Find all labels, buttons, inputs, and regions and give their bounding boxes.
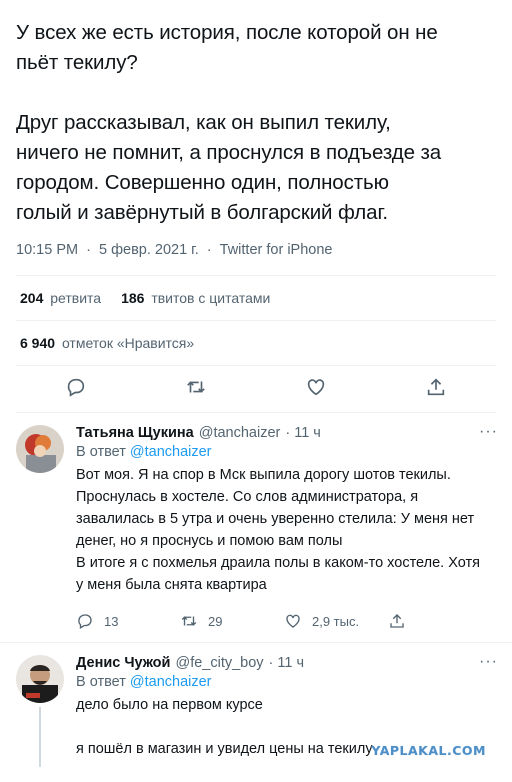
avatar[interactable] (16, 655, 64, 703)
reply-text-line: дело было на первом курсе (76, 697, 263, 713)
reply-actions: 13 29 2,9 тыс. (76, 612, 496, 642)
quotes-stat[interactable]: 186 твитов с цитатами (121, 290, 270, 306)
like-count: 2,9 тыс. (312, 613, 360, 629)
reply-text: Вот моя. Я на спор в Мск выпила дорогу ш… (76, 464, 496, 596)
author-handle[interactable]: @fe_city_boy (175, 655, 263, 671)
author-name[interactable]: Денис Чужой (76, 655, 170, 671)
tweet-text-line: Друг рассказывал, как он выпил текилу, (16, 111, 391, 134)
like-button[interactable] (305, 376, 327, 403)
reply-to-handle[interactable]: @tanchaizer (130, 674, 212, 690)
share-icon (427, 377, 445, 395)
reply-text-line: В итоге я с похмелья драила полы в каком… (76, 555, 480, 571)
reply-to: В ответ @tanchaizer (76, 674, 496, 690)
heart-icon (286, 614, 300, 628)
tweet-time[interactable]: 10:15 PM (16, 242, 78, 258)
retweets-label: ретвита (50, 290, 102, 306)
watermark: YAPLAKAL.COM (371, 743, 486, 758)
reply-button[interactable] (65, 376, 87, 403)
reply-header: Татьяна Щукина @tanchaizer · 11 ч (76, 425, 496, 441)
author-handle[interactable]: @tanchaizer (199, 425, 281, 441)
tweet-date[interactable]: 5 февр. 2021 г. (99, 242, 199, 258)
stats-row: 204 ретвита 186 твитов с цитатами (16, 276, 496, 320)
reply-to-prefix: В ответ (76, 444, 126, 460)
tweet-text-line: У всех же есть история, после которой он… (16, 21, 438, 44)
reply-text-line: завалилась в 5 утра и очень уверенно сте… (76, 511, 475, 527)
quotes-count: 186 (121, 290, 145, 306)
reply-text-line: Вот моя. Я на спор в Мск выпила дорогу ш… (76, 467, 451, 483)
share-button[interactable] (425, 376, 447, 403)
reply-tweet[interactable]: ··· Татьяна Щукина @tanchaizer · 11 ч В … (0, 413, 512, 642)
reply-header: Денис Чужой @fe_city_boy · 11 ч (76, 655, 496, 671)
tweet-meta: 10:15 PM · 5 февр. 2021 г. · Twitter for… (16, 242, 496, 258)
meta-separator: · (86, 242, 91, 258)
reply-text-line: у меня была снята квартира (76, 577, 267, 593)
tweet-actions (16, 366, 496, 412)
reply-text-line: денег, но я проснусь и помою вам полы (76, 533, 343, 549)
retweet-button[interactable]: 29 (180, 612, 284, 630)
likes-count: 6 940 (20, 335, 56, 351)
retweet-count: 29 (208, 613, 223, 629)
reply-time[interactable]: · 11 ч (269, 655, 305, 671)
retweet-button[interactable] (185, 376, 207, 403)
retweet-icon (181, 616, 197, 626)
heart-icon (307, 378, 325, 395)
reply-to-handle[interactable]: @tanchaizer (130, 444, 212, 460)
tweet-text-line: пьёт текилу? (16, 51, 138, 74)
reply-text-line: Проснулась в хостеле. Со слов администра… (76, 489, 419, 505)
reply-icon (67, 378, 85, 397)
share-icon (390, 614, 404, 628)
reply-to-prefix: В ответ (76, 674, 126, 690)
meta-separator: · (206, 242, 212, 258)
tweet-text-line: городом. Совершенно один, полностью (16, 171, 389, 194)
quotes-label: твитов с цитатами (151, 290, 271, 306)
likes-row: 6 940 отметок «Нравится» (16, 321, 496, 365)
likes-stat[interactable]: 6 940 отметок «Нравится» (20, 335, 194, 351)
reply-count: 13 (104, 613, 119, 629)
reply-button[interactable]: 13 (76, 612, 180, 630)
share-button[interactable] (388, 612, 416, 630)
likes-label: отметок «Нравится» (61, 335, 195, 351)
retweet-icon (187, 380, 205, 393)
more-icon[interactable]: ··· (479, 423, 498, 441)
retweets-count: 204 (20, 290, 44, 306)
tweet-client[interactable]: Twitter for iPhone (220, 242, 333, 258)
tweet-text-line: голый и завёрнутый в болгарский флаг. (16, 201, 388, 224)
tweet-text-line: ничего не помнит, а проснулся в подъезде… (16, 141, 442, 164)
reply-text-line (76, 716, 496, 738)
like-button[interactable]: 2,9 тыс. (284, 612, 388, 630)
main-tweet: У всех же есть история, после которой он… (0, 0, 512, 258)
author-name[interactable]: Татьяна Щукина (76, 425, 194, 441)
retweets-stat[interactable]: 204 ретвита (20, 290, 101, 306)
more-icon[interactable]: ··· (479, 653, 498, 671)
avatar[interactable] (16, 425, 64, 473)
reply-icon (78, 614, 92, 629)
tweet-text: У всех же есть история, после которой он… (16, 18, 496, 228)
thread-line (39, 707, 41, 767)
reply-time[interactable]: · 11 ч (285, 425, 321, 441)
reply-to: В ответ @tanchaizer (76, 444, 496, 460)
